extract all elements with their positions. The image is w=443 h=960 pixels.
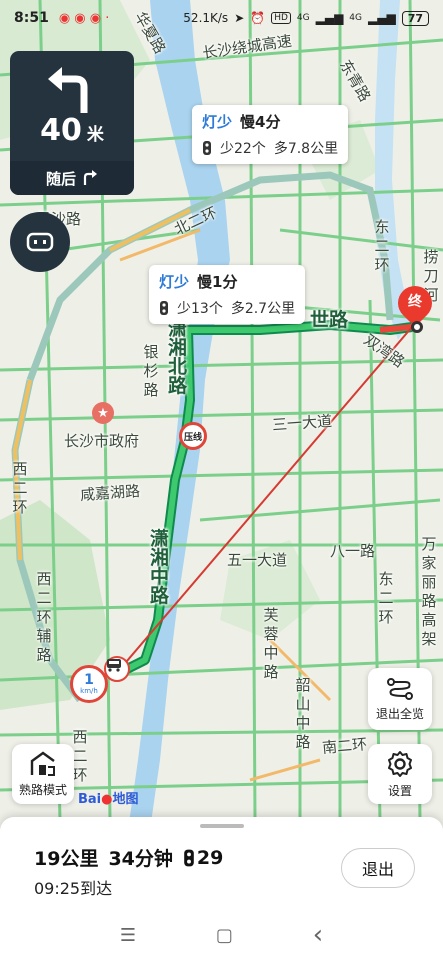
back-icon[interactable]: ‹: [313, 920, 323, 950]
bus-icon: [104, 656, 130, 682]
map-label-xiaoxiang-north: 潇湘北路: [168, 318, 188, 397]
speed-value: 1: [84, 672, 94, 688]
hd-icon: HD: [271, 12, 291, 24]
traffic-light-icon: [184, 849, 194, 866]
map-label-bayi: 八一路: [330, 542, 376, 560]
route-overview-icon: [387, 677, 413, 700]
map-label-furong: 芙蓉中路: [263, 606, 279, 681]
map-label-xiaoxiang-mid: 潇湘中路: [150, 528, 170, 607]
map-label-sanyi: 三一大道: [271, 411, 333, 435]
trip-summary-panel[interactable]: 19公里 34分钟 29 09:25到达 退出: [0, 817, 443, 910]
turn-distance-unit: 米: [86, 125, 104, 145]
trip-lights-count: 29: [196, 846, 224, 869]
signal-1: 4G: [296, 13, 310, 23]
map-label-wuyi: 五一大道: [227, 551, 288, 569]
arrival-time: 09:25到达: [34, 879, 113, 898]
panel-drag-handle[interactable]: [200, 824, 244, 828]
map-label-west-ring: 西二环: [12, 460, 28, 516]
route1-distance: 多7.8公里: [273, 141, 339, 157]
status-time: 8:51: [14, 10, 49, 26]
turn-distance: 40 米: [10, 113, 134, 148]
route2-distance: 多2.7公里: [230, 301, 296, 317]
speed-indicator: 1 km/h: [70, 665, 108, 703]
settings-label: 设置: [387, 783, 412, 798]
map-label-east-ring: 东二环: [374, 218, 390, 274]
map-label-shaoshan: 韶山中路: [295, 676, 311, 751]
menu-icon[interactable]: ☰: [120, 925, 136, 946]
trip-summary: 19公里 34分钟 29: [34, 844, 223, 871]
baidu-logo-text: Bai: [78, 792, 102, 807]
signal-2: 4G: [349, 13, 362, 23]
net-speed: 52.1K/s: [183, 11, 229, 25]
map-label-xi-two: 西二环: [72, 728, 88, 784]
turn-instruction-panel[interactable]: 40 米 随后: [10, 51, 134, 195]
home-route-icon: [30, 751, 55, 776]
location-icon: ➤: [234, 11, 245, 25]
map-label-west-ring-aux: 西二环辅路: [36, 570, 52, 664]
alt-route-bubble-2[interactable]: 灯少 慢1分 少13个 多2.7公里: [149, 265, 306, 324]
then-label: 随后: [45, 169, 76, 188]
system-nav-bar: ☰ ▢ ‹: [0, 910, 443, 960]
speed-unit: km/h: [80, 687, 98, 695]
settings-button[interactable]: 设置: [368, 744, 432, 804]
map-label-shiji: 世路: [310, 309, 349, 331]
familiar-mode-button[interactable]: 熟路模式: [12, 744, 74, 804]
familiar-mode-label: 熟路模式: [18, 782, 67, 797]
car-dashboard-icon: [26, 232, 54, 252]
exit-overview-button[interactable]: 退出全览: [368, 668, 432, 730]
then-instruction: 随后: [10, 161, 134, 195]
exit-overview-label: 退出全览: [375, 706, 424, 721]
route1-time: 慢4分: [240, 113, 281, 131]
map-label-xianjia: 咸嘉湖路: [79, 481, 141, 505]
map-label-yinshan: 银杉路: [143, 343, 159, 399]
trip-duration: 34分钟: [108, 848, 173, 870]
alt-route-bubble-1[interactable]: 灯少 慢4分 少22个 多7.8公里: [192, 105, 349, 164]
turn-left-icon: [48, 67, 88, 113]
home-icon[interactable]: ▢: [216, 925, 233, 946]
turn-distance-value: 40: [40, 113, 82, 148]
map-label-east2: 东二环: [378, 570, 394, 626]
route1-lights: 少22个: [220, 141, 266, 157]
signal-2-icon: ▂▄▆: [368, 11, 396, 25]
map-label-gov: 长沙市政府: [64, 432, 140, 450]
trip-distance: 19公里: [34, 848, 99, 870]
trip-lights: 29: [183, 847, 223, 869]
gov-marker-icon: ★: [92, 402, 114, 424]
gear-icon: [388, 750, 412, 777]
exit-navigation-button[interactable]: 退出: [341, 848, 415, 888]
battery-icon: 77: [401, 10, 429, 26]
status-bar: 8:51 ◉ ◉ ◉ · 52.1K/s ➤ ⏰ HD 4G ▂▄▆ 4G ▂▄…: [0, 0, 443, 36]
driving-mode-button[interactable]: [10, 212, 70, 272]
signal-1-icon: ▂▄▆: [315, 11, 344, 25]
map-label-south-ring: 南二环: [321, 735, 368, 757]
destination-dot: [411, 321, 423, 333]
route2-tag: 灯少: [159, 273, 190, 291]
route2-time: 慢1分: [197, 273, 238, 291]
traffic-light-icon: [203, 141, 211, 155]
turn-right-icon: [83, 170, 97, 185]
route1-tag: 灯少: [202, 113, 233, 131]
baidu-map-logo: Bai●地图: [78, 788, 139, 807]
baidu-logo-map: 地图: [112, 792, 139, 807]
alarm-icon: ⏰: [250, 11, 266, 25]
route2-lights: 少13个: [177, 301, 223, 317]
traffic-light-icon: [160, 301, 168, 315]
notification-icon: ◉ ◉ ◉ ·: [58, 10, 110, 26]
baidu-paw-icon: ●: [101, 792, 113, 807]
map-label-wanjiali: 万家丽路高架: [421, 535, 437, 648]
pass-line-marker: 压线: [179, 422, 207, 450]
destination-label: 终: [408, 294, 422, 310]
